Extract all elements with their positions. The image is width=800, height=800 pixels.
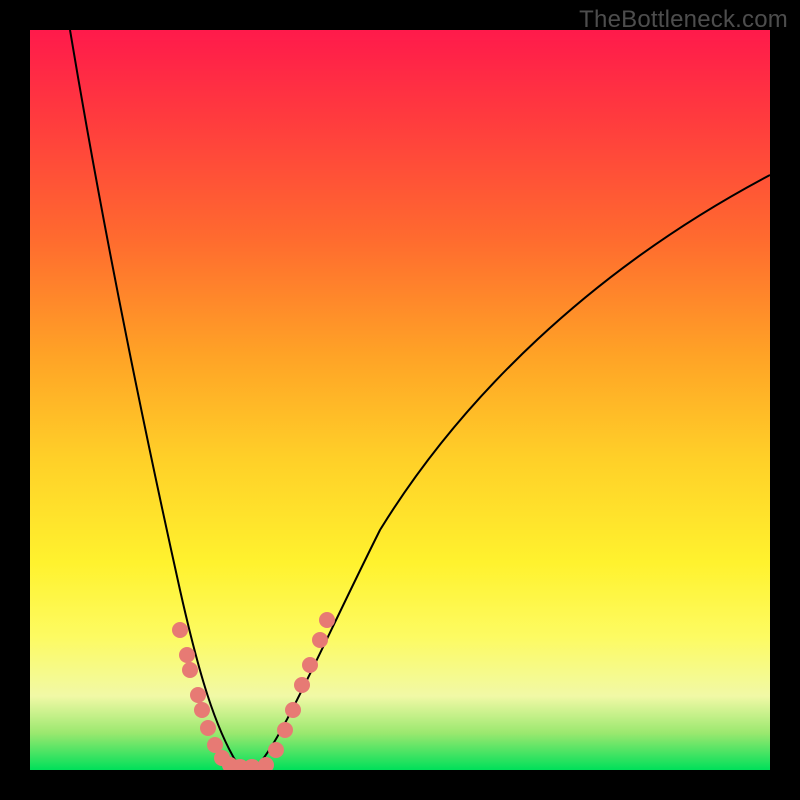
data-point: [285, 702, 301, 718]
data-point: [194, 702, 210, 718]
data-point: [190, 687, 206, 703]
data-point: [312, 632, 328, 648]
left-curve: [70, 30, 240, 768]
chart-frame: TheBottleneck.com: [0, 0, 800, 800]
data-point: [319, 612, 335, 628]
data-point: [179, 647, 195, 663]
right-curve: [255, 175, 770, 768]
data-point: [200, 720, 216, 736]
data-point: [302, 657, 318, 673]
data-point: [258, 757, 274, 770]
data-point: [268, 742, 284, 758]
data-point: [294, 677, 310, 693]
plot-area: [30, 30, 770, 770]
data-point: [277, 722, 293, 738]
data-point: [172, 622, 188, 638]
curves-svg: [30, 30, 770, 770]
data-point: [182, 662, 198, 678]
